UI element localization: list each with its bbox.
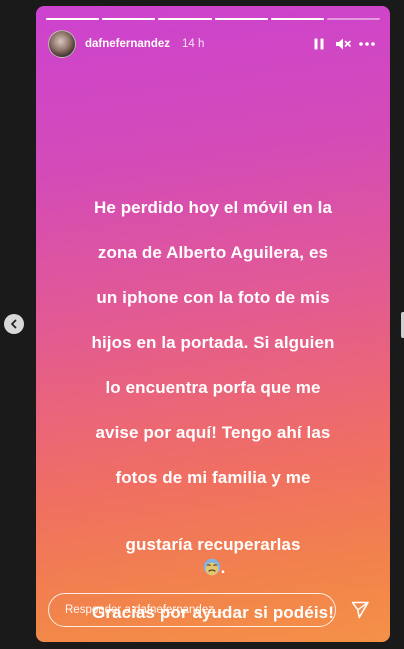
more-options-icon xyxy=(359,42,375,46)
reply-bar xyxy=(48,592,378,628)
story-text-line: avise por aquí! Tengo ahí las xyxy=(95,422,331,442)
story-viewer: dafnefernandez 14 h He perdido hoy el mó… xyxy=(0,0,404,649)
story-text-line: hijos en la portada. Si alguien xyxy=(91,332,335,352)
post-time: 14 h xyxy=(182,38,205,50)
reply-input[interactable] xyxy=(48,593,336,627)
story-text-line: un iphone con la foto de mis xyxy=(96,287,330,307)
sad-face-emoji-icon xyxy=(203,558,220,575)
progress-segment xyxy=(214,18,268,20)
story-header: dafnefernandez 14 h xyxy=(48,30,378,58)
story-text-line: zona de Alberto Aguilera, es xyxy=(97,242,329,262)
send-icon xyxy=(351,601,369,619)
progress-segment xyxy=(102,18,156,20)
pause-button[interactable] xyxy=(308,33,330,55)
mute-button[interactable] xyxy=(332,33,354,55)
story-text-line: gustaría recuperarlas xyxy=(125,535,301,554)
story-text: He perdido hoy el móvil en la zona de Al… xyxy=(72,174,354,642)
muted-speaker-icon xyxy=(336,38,351,50)
progress-segment xyxy=(326,18,381,20)
progress-segment xyxy=(270,18,324,20)
story-card[interactable]: dafnefernandez 14 h He perdido hoy el mó… xyxy=(36,6,390,642)
pause-icon xyxy=(314,38,324,50)
more-options-button[interactable] xyxy=(356,33,378,55)
story-progress-bar xyxy=(46,18,381,20)
progress-segment xyxy=(46,18,100,20)
story-text-line-with-emoji: gustaría recuperarlas . xyxy=(72,512,354,580)
progress-segment xyxy=(158,18,212,20)
emoji-period: . xyxy=(220,557,226,577)
send-button[interactable] xyxy=(342,592,378,628)
avatar[interactable] xyxy=(48,30,76,58)
username[interactable]: dafnefernandez xyxy=(85,38,170,50)
story-text-line: lo encuentra porfa que me xyxy=(105,377,321,397)
story-text-line: He perdido hoy el móvil en la xyxy=(93,197,333,217)
story-text-line: fotos de mi familia y me xyxy=(115,467,311,487)
chevron-left-icon xyxy=(11,319,17,329)
previous-story-button[interactable] xyxy=(4,314,24,334)
